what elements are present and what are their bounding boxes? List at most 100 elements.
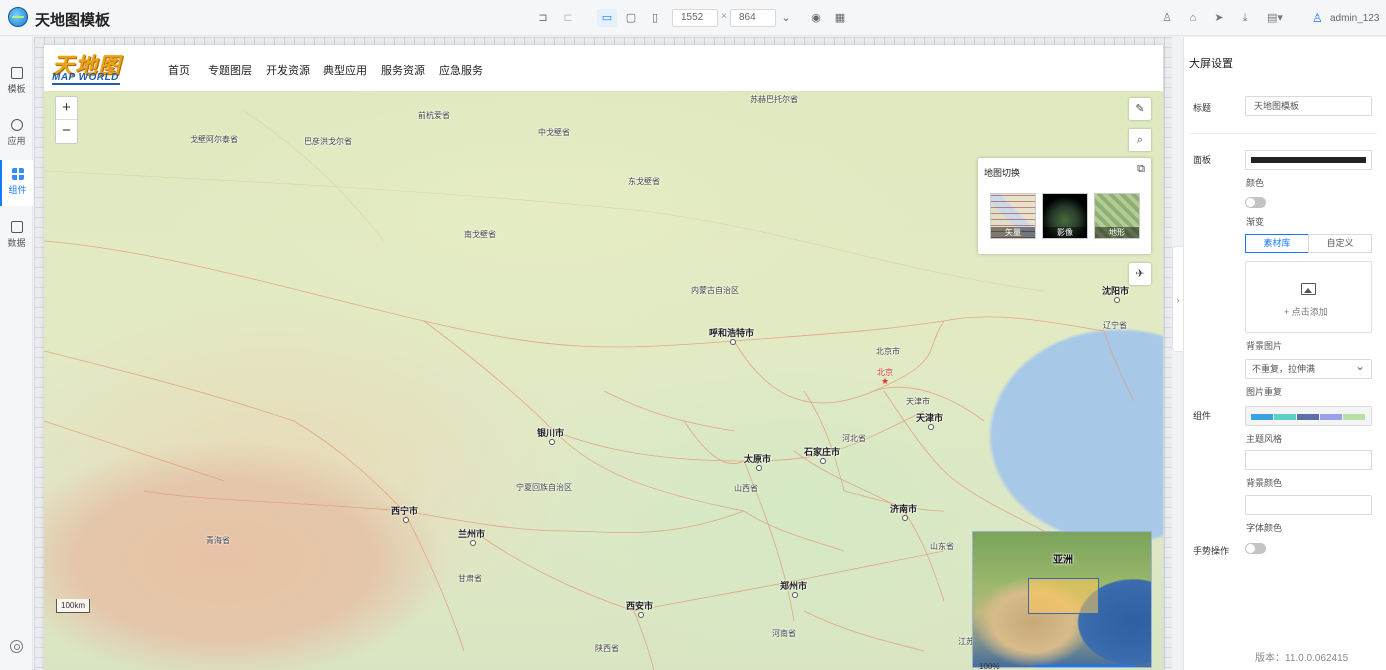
nav-theme-layers[interactable]: 专题图层 xyxy=(208,62,252,78)
zoom-out-button[interactable]: − xyxy=(56,120,77,143)
bg-color-input[interactable] xyxy=(1245,450,1372,470)
city-label: 石家庄市 xyxy=(804,447,841,464)
city-label: 西安市 xyxy=(626,601,654,618)
font-color-input[interactable] xyxy=(1245,495,1372,515)
nav-service-resources[interactable]: 服务资源 xyxy=(381,62,425,78)
switcher-title: 地图切换 xyxy=(984,168,1021,178)
bg-color-label: 背景颜色 xyxy=(1246,478,1283,488)
gesture-toggle[interactable] xyxy=(1245,543,1266,554)
image-icon xyxy=(1301,283,1316,295)
zoom-in-button[interactable]: + xyxy=(56,97,77,120)
sidebar-item-app[interactable]: 应用 xyxy=(0,111,33,157)
map-label: 北京市 xyxy=(876,347,900,356)
panel-label: 面板 xyxy=(1193,155,1212,165)
background-image-upload[interactable]: + 点击添加 xyxy=(1245,261,1372,333)
nav-home[interactable]: 首页 xyxy=(168,62,190,78)
zoom-control: + − xyxy=(55,96,78,144)
satellite-icon[interactable]: ✈ xyxy=(1129,263,1151,285)
tablet-view-icon[interactable]: ▢ xyxy=(621,9,641,27)
cube-icon xyxy=(10,119,23,131)
mobile-view-icon[interactable]: ▯ xyxy=(645,9,665,27)
map-type-label: 影像 xyxy=(1043,227,1087,238)
sidebar-item-component[interactable]: 组件 xyxy=(0,160,33,206)
logo-underline xyxy=(52,83,120,85)
zoom-track[interactable] xyxy=(1034,665,1134,667)
panel-color-picker[interactable] xyxy=(1245,150,1372,170)
left-sidebar: 模板 应用 组件 数据 xyxy=(0,37,33,670)
map-label: 河南省 xyxy=(772,629,796,638)
preview-icon[interactable]: ◉ xyxy=(806,9,826,27)
map-label: 南戈壁省 xyxy=(464,230,496,239)
map-type-terrain[interactable]: 地形 xyxy=(1094,193,1140,239)
map-type-imagery[interactable]: 影像 xyxy=(1042,193,1088,239)
map-type-vector[interactable]: 矢量 xyxy=(990,193,1036,239)
desktop-view-icon[interactable]: ▭ xyxy=(597,9,617,27)
city-label: 银川市 xyxy=(537,428,565,445)
measure-ruler-icon[interactable]: ✎ xyxy=(1129,98,1151,120)
palette-swatch xyxy=(1274,414,1296,420)
nav-emergency[interactable]: 应急服务 xyxy=(439,62,483,78)
undo-icon[interactable]: ⊐ xyxy=(533,9,553,27)
sidebar-item-label: 模板 xyxy=(7,84,26,94)
sidebar-item-data[interactable]: 数据 xyxy=(0,213,33,259)
save-dropdown-icon[interactable]: ▤▾ xyxy=(1264,11,1286,25)
repeat-label: 图片重复 xyxy=(1246,387,1283,397)
redo-icon[interactable]: ⊏ xyxy=(558,9,578,27)
top-toolbar: 天地图模板 ⊐ ⊏ ▭ ▢ ▯ 1552 × 864 ⌄ ◉ ▦ ♙ ⌂ ➤ ⤓… xyxy=(0,0,1386,36)
settings-panel: 大屏设置 标题 天地图模板 面板 颜色 渐变 素材库 自定义 + 点击添加 背景… xyxy=(1183,37,1386,670)
map-zoom-slider[interactable]: 100% xyxy=(979,662,1151,670)
map-type-label: 地形 xyxy=(1095,227,1139,238)
sidebar-item-label: 数据 xyxy=(7,238,26,248)
top-ruler xyxy=(34,37,1172,45)
search-icon[interactable]: ⌕ xyxy=(1129,129,1151,151)
city-label: 西宁市 xyxy=(391,506,419,523)
map-label: 巴彦洪戈尔省 xyxy=(304,137,352,146)
download-icon[interactable]: ⤓ xyxy=(1238,11,1252,25)
gradient-toggle[interactable] xyxy=(1245,197,1266,208)
chevron-down-icon[interactable]: ⌄ xyxy=(776,9,796,27)
city-label: 太原市 xyxy=(744,454,772,471)
map-label: 河北省 xyxy=(842,434,866,443)
city-label: 天津市 xyxy=(916,413,944,430)
user-icon[interactable]: ♙ xyxy=(1312,11,1323,25)
nav-typical-apps[interactable]: 典型应用 xyxy=(323,62,367,78)
overview-extent-box[interactable] xyxy=(1028,578,1099,614)
title-label: 标题 xyxy=(1193,103,1212,113)
user-name[interactable]: admin_123 xyxy=(1330,13,1379,24)
city-label: 沈阳市 xyxy=(1102,286,1130,303)
sidebar-item-template[interactable]: 模板 xyxy=(0,59,33,105)
send-icon[interactable]: ➤ xyxy=(1212,11,1226,25)
settings-gear-icon[interactable] xyxy=(10,640,23,653)
width-input[interactable]: 1552 xyxy=(672,9,718,27)
panel-collapse-toggle[interactable]: › xyxy=(1172,246,1183,352)
tab-custom[interactable]: 自定义 xyxy=(1308,234,1372,253)
nav-dev-resources[interactable]: 开发资源 xyxy=(266,62,310,78)
image-repeat-select[interactable]: 不重复，拉伸满 xyxy=(1245,357,1372,379)
map-header: 天地图 MAP WORLD 首页 专题图层 开发资源 典型应用 服务资源 应急服… xyxy=(44,45,1163,91)
city-label: 济南市 xyxy=(890,504,918,521)
palette-swatch xyxy=(1297,414,1319,420)
qrcode-icon[interactable]: ▦ xyxy=(830,9,850,27)
map-type-switcher: 地图切换 ⧉ 矢量 影像 地形 xyxy=(978,158,1151,254)
title-input[interactable]: 天地图模板 xyxy=(1245,96,1372,116)
shirt-icon[interactable]: ♙ xyxy=(1160,11,1174,25)
map-page[interactable]: 天地图 MAP WORLD 首页 专题图层 开发资源 典型应用 服务资源 应急服… xyxy=(44,45,1163,670)
map-label: 苏赫巴托尔省 xyxy=(750,95,798,104)
sidebar-item-label: 组件 xyxy=(8,185,27,195)
zoom-level: 100% xyxy=(979,662,1000,670)
theme-palette-picker[interactable] xyxy=(1245,406,1372,426)
component-grid-icon xyxy=(11,168,24,180)
tab-material-library[interactable]: 素材库 xyxy=(1245,234,1309,253)
height-input[interactable]: 864 xyxy=(730,9,776,27)
size-separator: × xyxy=(721,11,727,22)
restore-window-icon[interactable]: ⧉ xyxy=(1137,163,1145,176)
divider xyxy=(1189,133,1377,134)
panel-title: 大屏设置 xyxy=(1189,58,1233,70)
sidebar-item-label: 应用 xyxy=(7,136,26,146)
gradient-label: 渐变 xyxy=(1246,217,1265,227)
gesture-label: 手势操作 xyxy=(1193,546,1230,556)
scale-bar: 100km xyxy=(56,599,91,613)
mapworld-logo: MAP WORLD xyxy=(52,72,119,83)
overview-map[interactable]: 亚洲 xyxy=(972,531,1152,668)
lock-icon[interactable]: ⌂ xyxy=(1186,11,1200,25)
